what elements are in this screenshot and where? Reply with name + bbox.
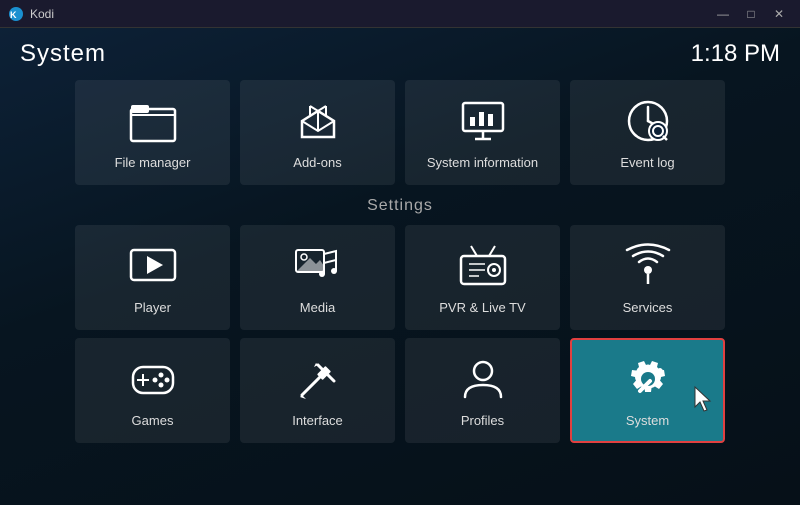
media-label: Media [300, 300, 335, 315]
tile-games[interactable]: Games [75, 338, 230, 443]
system-label: System [626, 413, 669, 428]
app-title: Kodi [30, 7, 54, 21]
tile-file-manager[interactable]: File manager [75, 80, 230, 185]
interface-icon [292, 353, 344, 405]
minimize-button[interactable]: — [710, 4, 736, 24]
tile-event-log[interactable]: Event log [570, 80, 725, 185]
settings-section-label: Settings [60, 193, 740, 217]
pvr-icon [457, 240, 509, 292]
player-icon [127, 240, 179, 292]
add-ons-icon [292, 95, 344, 147]
clock-display: 1:18 PM [691, 40, 780, 68]
system-information-icon [457, 95, 509, 147]
profiles-label: Profiles [461, 413, 504, 428]
add-ons-label: Add-ons [293, 155, 341, 170]
page-title: System [20, 40, 106, 68]
player-label: Player [134, 300, 171, 315]
services-label: Services [623, 300, 673, 315]
media-icon [292, 240, 344, 292]
tile-pvr-live-tv[interactable]: PVR & Live TV [405, 225, 560, 330]
titlebar-left: K Kodi [8, 6, 54, 22]
interface-label: Interface [292, 413, 343, 428]
app-window: System 1:18 PM File manager [0, 28, 800, 505]
utility-grid: File manager Add-ons [60, 80, 740, 185]
close-button[interactable]: ✕ [766, 4, 792, 24]
topbar: System 1:18 PM [0, 28, 800, 80]
games-icon [127, 353, 179, 405]
system-information-label: System information [427, 155, 538, 170]
file-manager-label: File manager [115, 155, 191, 170]
event-log-icon [622, 95, 674, 147]
content-area: File manager Add-ons [0, 80, 800, 505]
pvr-label: PVR & Live TV [439, 300, 525, 315]
file-manager-icon [127, 95, 179, 147]
games-label: Games [132, 413, 174, 428]
tile-system-information[interactable]: System information [405, 80, 560, 185]
window-controls: — □ ✕ [710, 4, 792, 24]
tile-add-ons[interactable]: Add-ons [240, 80, 395, 185]
settings-row-2: Games Interface [60, 338, 740, 443]
services-icon [622, 240, 674, 292]
svg-text:K: K [10, 10, 17, 20]
tile-profiles[interactable]: Profiles [405, 338, 560, 443]
titlebar: K Kodi — □ ✕ [0, 0, 800, 28]
event-log-label: Event log [620, 155, 674, 170]
tile-player[interactable]: Player [75, 225, 230, 330]
maximize-button[interactable]: □ [738, 4, 764, 24]
tile-media[interactable]: Media [240, 225, 395, 330]
profiles-icon [457, 353, 509, 405]
cursor-icon [693, 385, 715, 413]
tile-interface[interactable]: Interface [240, 338, 395, 443]
tile-services[interactable]: Services [570, 225, 725, 330]
kodi-icon: K [8, 6, 24, 22]
system-icon [622, 353, 674, 405]
tile-system[interactable]: System [570, 338, 725, 443]
settings-row-1: Player [60, 225, 740, 330]
